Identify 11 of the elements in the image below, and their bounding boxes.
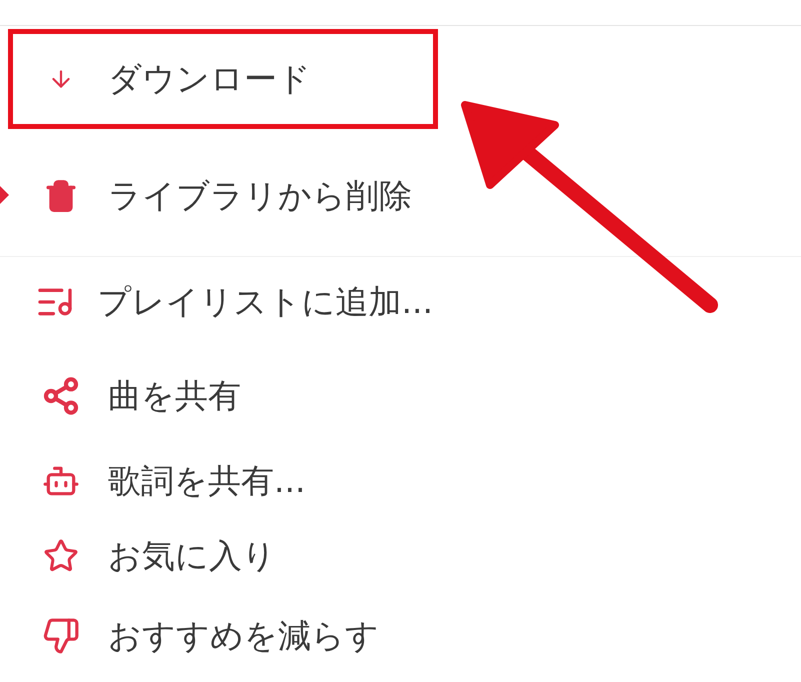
menu-item[interactable]: 歌詞を共有... <box>8 441 438 521</box>
thumbs-down-icon <box>42 617 80 655</box>
pointer-icon <box>0 186 9 204</box>
menu-item[interactable]: 曲を共有 <box>8 351 438 441</box>
trash-icon <box>44 179 78 213</box>
menu-item[interactable]: おすすめを減らす <box>8 596 438 676</box>
menu-item[interactable]: ダウンロード <box>8 29 438 129</box>
menu-item[interactable]: ライブラリから削除 <box>8 146 438 246</box>
menu-item[interactable]: お気に入り <box>8 521 438 591</box>
star-icon <box>42 538 78 574</box>
menu-item[interactable]: プレイリストに追加... <box>8 257 438 346</box>
